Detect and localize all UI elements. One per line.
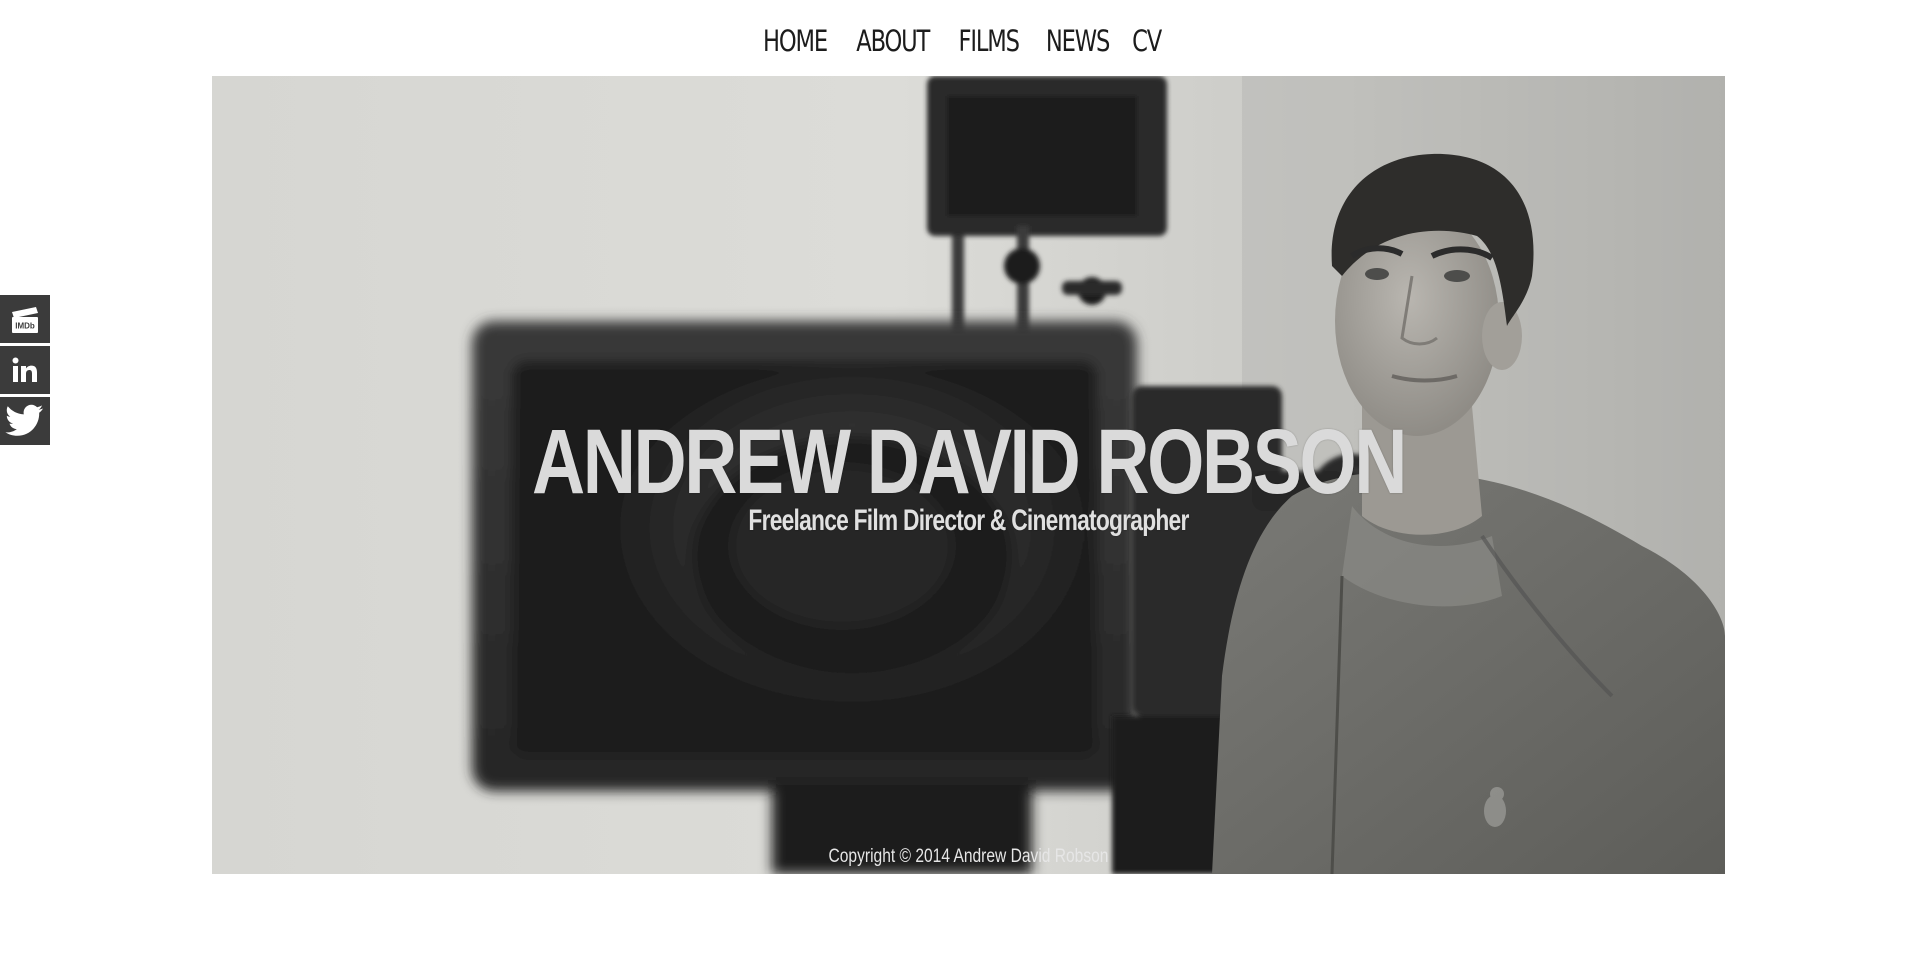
copyright-text: Copyright © 2014 Andrew David Robson — [828, 846, 1109, 867]
linkedin-icon — [12, 357, 37, 382]
main-nav: HOME ABOUT FILMS NEWS CV — [0, 0, 1920, 76]
hero-subtitle: Freelance Film Director & Cinematographe… — [748, 504, 1189, 537]
nav-about-link[interactable]: ABOUT — [857, 18, 931, 58]
linkedin-link[interactable] — [0, 346, 50, 394]
twitter-link[interactable] — [0, 397, 50, 445]
imdb-icon: IMDb — [12, 307, 38, 333]
nav-news-link[interactable]: NEWS — [1046, 18, 1110, 58]
social-sidebar: IMDb — [0, 295, 50, 448]
hero-title: ANDREW DAVID ROBSON — [531, 411, 1407, 513]
nav-home-link[interactable]: HOME — [764, 18, 829, 58]
imdb-icon-label: IMDb — [15, 322, 35, 331]
nav-films-link[interactable]: FILMS — [958, 18, 1019, 58]
nav-cv-link[interactable]: CV — [1132, 18, 1162, 58]
twitter-icon — [5, 404, 44, 436]
imdb-link[interactable]: IMDb — [0, 295, 50, 343]
hero-banner: ANDREW DAVID ROBSON Freelance Film Direc… — [212, 76, 1725, 874]
